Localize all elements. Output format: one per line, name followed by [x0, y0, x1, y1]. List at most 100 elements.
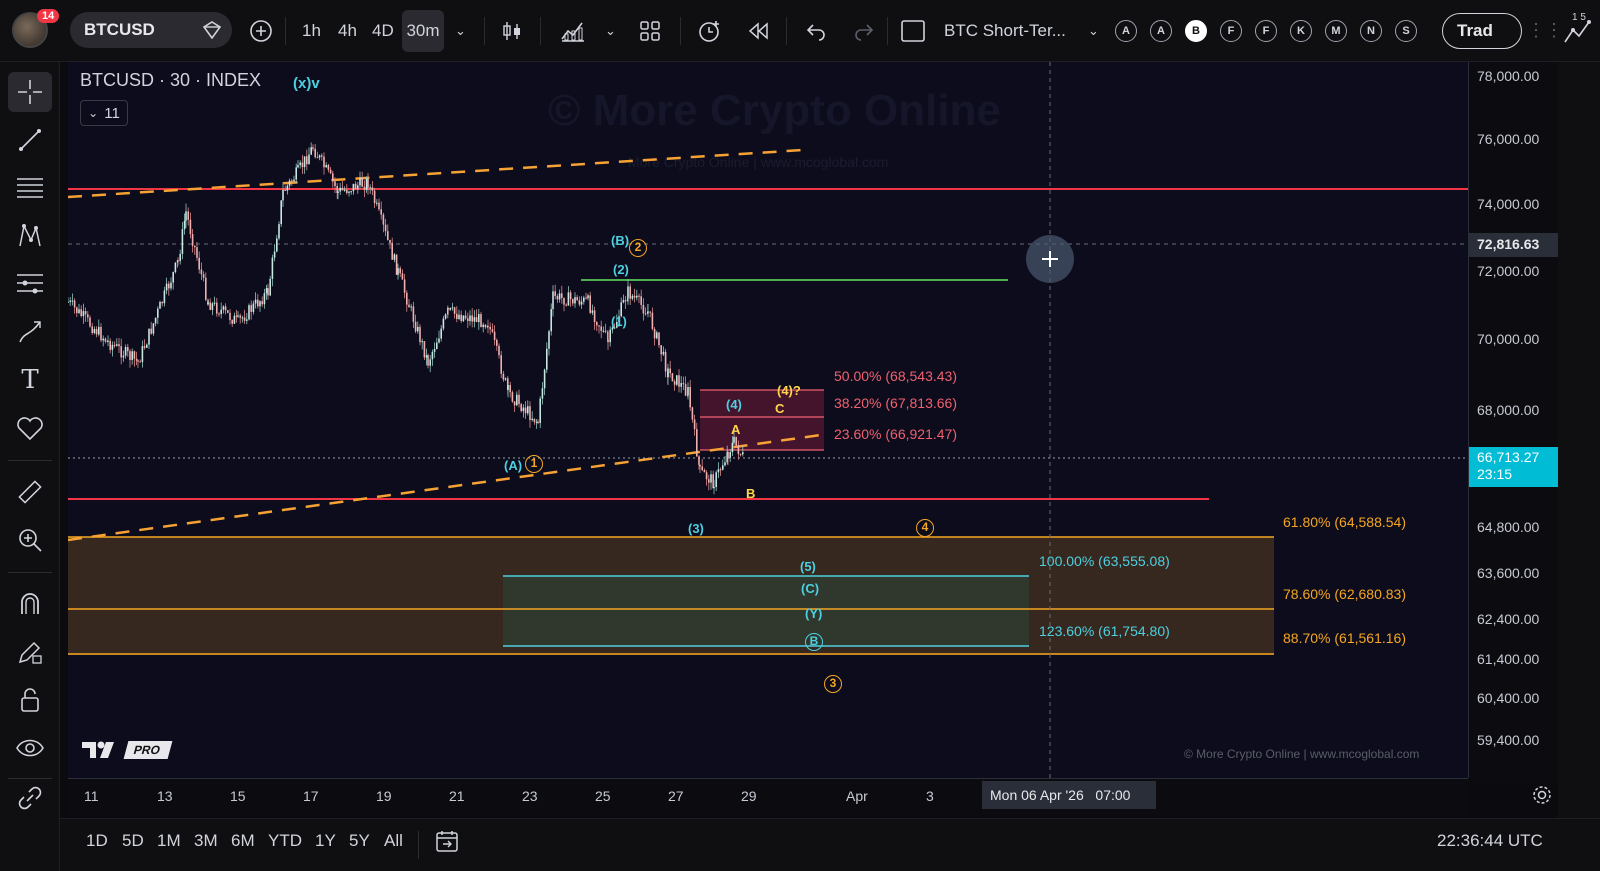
candle-body — [589, 295, 591, 313]
spark-icon[interactable] — [1563, 10, 1597, 53]
text-icon[interactable]: T — [8, 360, 52, 400]
candle-body — [207, 302, 209, 305]
candle-body — [504, 378, 507, 380]
lock-icon[interactable] — [8, 680, 52, 720]
letter-b[interactable]: B — [1185, 20, 1207, 42]
letter-a1[interactable]: A — [1115, 20, 1137, 42]
candle-body — [280, 200, 282, 225]
interval-4h[interactable]: 4h — [338, 13, 357, 49]
candle-body — [227, 310, 229, 313]
layout-name[interactable]: BTC Short-Ter... — [944, 13, 1066, 49]
crosshair-time-label: Mon 06 Apr '26 07:00 — [982, 781, 1156, 809]
letter-f2[interactable]: F — [1255, 20, 1277, 42]
chevron-down-icon-3[interactable]: ⌄ — [1088, 13, 1099, 49]
range-3m[interactable]: 3M — [194, 831, 218, 851]
interval-30m[interactable]: 30m — [402, 10, 444, 52]
price-tick: 64,800.00 — [1477, 519, 1540, 535]
interval-4d[interactable]: 4D — [372, 13, 394, 49]
alert-clock-icon[interactable] — [696, 13, 724, 49]
candle-body — [159, 301, 161, 309]
candle-body — [680, 383, 682, 387]
symbol-search[interactable]: BTCUSD — [70, 12, 232, 48]
zoom-in-icon[interactable] — [8, 520, 52, 560]
legend-toggle[interactable]: ⌄ 11 — [80, 100, 128, 126]
letter-k[interactable]: K — [1290, 20, 1312, 42]
candle-body — [480, 314, 482, 328]
wave-label: C — [775, 401, 785, 416]
candle-body — [403, 279, 406, 293]
range-ytd[interactable]: YTD — [268, 831, 302, 851]
crosshair-icon[interactable] — [8, 72, 52, 112]
chevron-down-icon-legend: ⌄ — [88, 106, 99, 120]
letter-n[interactable]: N — [1360, 20, 1382, 42]
candle-body — [469, 315, 471, 321]
add-symbol-icon[interactable] — [246, 13, 276, 49]
range-all[interactable]: All — [384, 831, 403, 851]
letter-a2[interactable]: A — [1150, 20, 1172, 42]
candle-body — [246, 319, 248, 321]
indicators-icon[interactable] — [560, 13, 586, 49]
candle-body — [267, 288, 269, 296]
drag-handle-icon[interactable]: ⋮⋮ — [1527, 20, 1563, 41]
candle-body — [133, 351, 136, 359]
ruler-icon[interactable] — [8, 472, 52, 512]
candle-body — [288, 180, 291, 186]
magnet-icon[interactable] — [8, 584, 52, 624]
time-tick: 29 — [741, 788, 757, 804]
go-to-date-icon[interactable] — [434, 828, 460, 859]
candle-body — [76, 307, 78, 314]
layout-square-icon[interactable] — [900, 13, 926, 49]
undo-icon[interactable] — [805, 13, 827, 49]
time-axis[interactable]: 11 13 15 17 19 21 23 25 27 29 Apr 3 Mon … — [68, 778, 1468, 814]
candle-body — [554, 291, 556, 296]
candle-body — [263, 293, 266, 305]
chevron-down-icon[interactable]: ⌄ — [455, 13, 466, 49]
candle-body — [522, 407, 525, 412]
letter-f1[interactable]: F — [1220, 20, 1242, 42]
redo-icon[interactable] — [853, 13, 875, 49]
candle-body — [239, 315, 241, 318]
candles-icon[interactable] — [500, 13, 524, 49]
candle-body — [393, 254, 396, 260]
compare-icon[interactable] — [202, 21, 222, 44]
replay-icon[interactable] — [746, 13, 770, 49]
heart-icon[interactable] — [8, 408, 52, 448]
candle-body — [651, 312, 654, 329]
layouts-grid-icon[interactable] — [638, 13, 662, 49]
letter-s[interactable]: S — [1395, 20, 1417, 42]
brush-icon[interactable] — [8, 312, 52, 352]
candle-body — [473, 317, 476, 322]
interval-1h[interactable]: 1h — [302, 13, 321, 49]
candle-body — [717, 469, 720, 473]
settings-gear-icon[interactable] — [1531, 784, 1553, 811]
candle-body — [491, 329, 494, 332]
utc-clock[interactable]: 22:36:44 UTC — [1437, 831, 1543, 851]
candle-body — [369, 187, 371, 189]
trade-button[interactable]: Trad — [1442, 13, 1522, 49]
eye-icon[interactable] — [8, 728, 52, 768]
candle-body — [421, 341, 423, 343]
candle-body — [703, 469, 706, 473]
range-1d[interactable]: 1D — [86, 831, 108, 851]
range-5y[interactable]: 5Y — [349, 831, 370, 851]
chart-canvas[interactable]: © More Crypto Online More Crypto Online … — [68, 62, 1468, 778]
price-axis[interactable]: 78,000.00 76,000.00 74,000.00 72,816.63 … — [1468, 62, 1559, 778]
candle-body — [295, 167, 297, 180]
range-6m[interactable]: 6M — [231, 831, 255, 851]
fib-lines-icon[interactable] — [8, 168, 52, 208]
fib-box — [700, 390, 824, 450]
candle-body — [127, 347, 129, 352]
chevron-down-icon-2[interactable]: ⌄ — [605, 13, 616, 49]
range-1y[interactable]: 1Y — [315, 831, 336, 851]
range-5d[interactable]: 5D — [122, 831, 144, 851]
pencil-lock-icon[interactable] — [8, 632, 52, 672]
range-1m[interactable]: 1M — [157, 831, 181, 851]
wave-label: (1) — [611, 314, 627, 329]
pattern-icon[interactable] — [8, 216, 52, 256]
link-icon[interactable] — [8, 778, 52, 818]
price-tick: 62,400.00 — [1477, 611, 1540, 627]
trendline-icon[interactable] — [8, 120, 52, 160]
forecast-icon[interactable] — [8, 264, 52, 304]
letter-m[interactable]: M — [1325, 20, 1347, 42]
wave-label: (5) — [800, 559, 816, 574]
